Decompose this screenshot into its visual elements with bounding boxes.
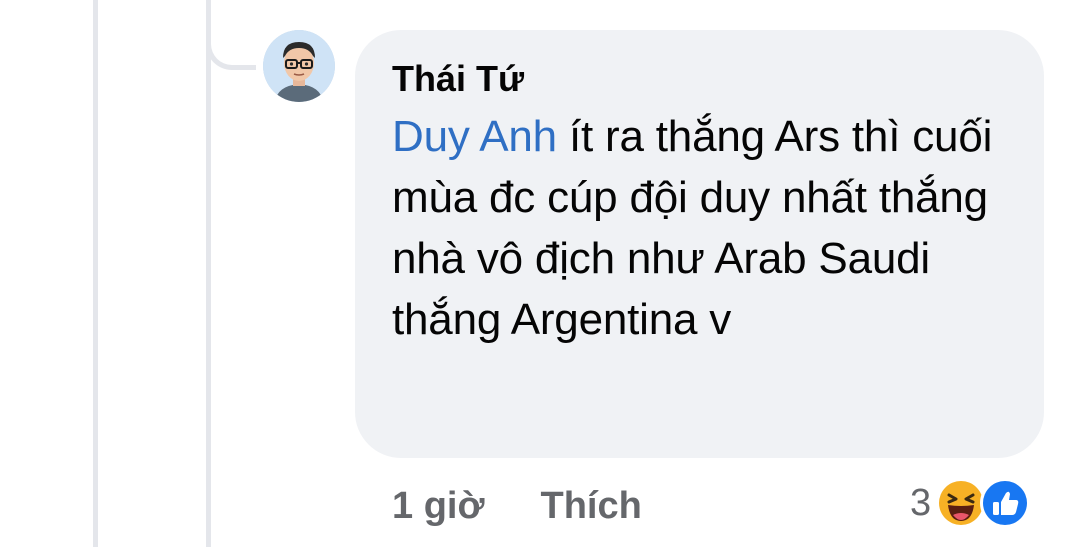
reply-thread-line: [206, 0, 211, 547]
like-icon: [979, 477, 1031, 529]
comment-actions: 1 giờ Thích: [392, 480, 642, 532]
like-button[interactable]: Thích: [540, 485, 641, 528]
reaction-summary[interactable]: 3: [910, 475, 1031, 531]
thread-line: [93, 0, 98, 547]
comment-thread: Thái Tứ Duy Anh ít ra thắng Ars thì cuối…: [0, 0, 1080, 547]
comment-text: Duy Anh ít ra thắng Ars thì cuối mùa đc …: [392, 106, 1008, 350]
reply-connector: [206, 0, 256, 70]
comment-author[interactable]: Thái Tứ: [392, 58, 1008, 100]
avatar[interactable]: [263, 30, 335, 102]
comment-bubble: Thái Tứ Duy Anh ít ra thắng Ars thì cuối…: [355, 30, 1044, 458]
comment-timestamp[interactable]: 1 giờ: [392, 485, 484, 528]
avatar-icon: [263, 30, 335, 102]
mention-link[interactable]: Duy Anh: [392, 112, 557, 161]
reaction-count: 3: [910, 481, 932, 524]
